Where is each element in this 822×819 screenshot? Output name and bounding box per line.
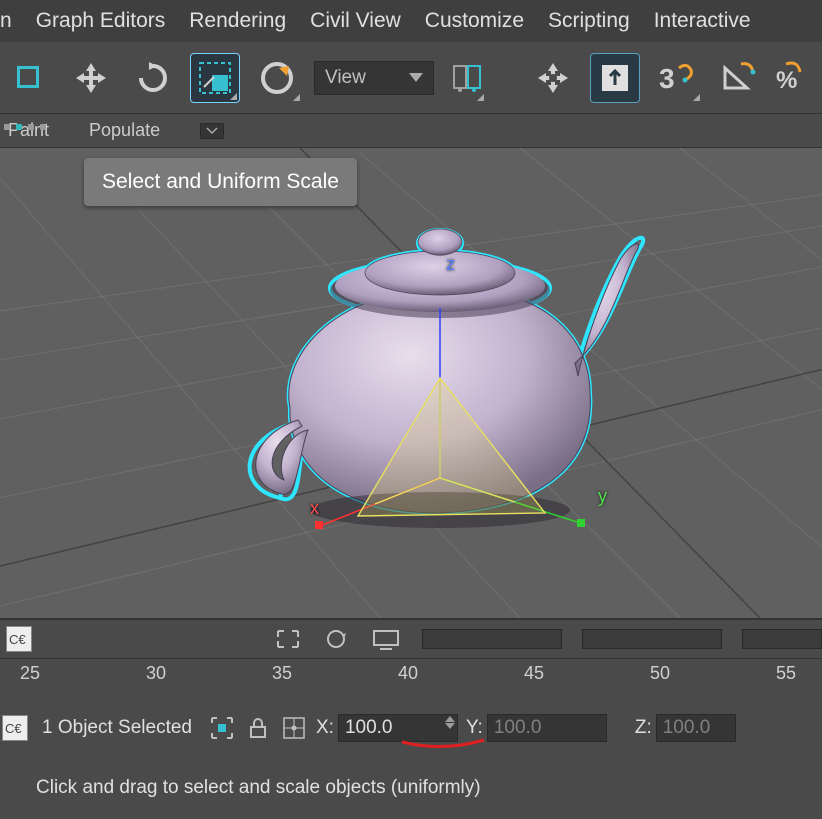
select-and-move-button[interactable] (66, 53, 116, 103)
transform-z-field: Z: 100.0 (635, 714, 736, 742)
axis-label-x: x (310, 498, 319, 519)
menu-item-rendering[interactable]: Rendering (189, 3, 286, 39)
timeline-tick: 40 (398, 663, 418, 684)
timeline-tick: 30 (146, 663, 166, 684)
prompt-bar: Click and drag to select and scale objec… (0, 756, 822, 819)
display-icon[interactable] (370, 627, 402, 651)
toolbar-drag-handle[interactable] (0, 124, 46, 130)
status-selection-set-button[interactable]: C€ (2, 715, 28, 741)
sub-item-populate[interactable]: Populate (89, 120, 160, 141)
menubar: n Graph Editors Rendering Civil View Cus… (0, 0, 822, 42)
menu-item-interactive[interactable]: Interactive (654, 3, 751, 39)
menu-item[interactable]: n (0, 3, 12, 39)
loop-icon[interactable] (322, 627, 350, 651)
keyboard-shortcut-override-button[interactable] (590, 53, 640, 103)
timeline-tick: 35 (272, 663, 292, 684)
sub-toolbar: Paint Populate (0, 114, 822, 148)
transform-y-field: Y: 100.0 (466, 714, 607, 742)
snaps-toggle-button[interactable]: 3 (652, 53, 702, 103)
select-and-place-button[interactable] (252, 53, 302, 103)
timeline[interactable]: 25 30 35 40 45 50 55 (0, 658, 822, 700)
select-and-scale-button[interactable] (190, 53, 240, 103)
z-value-input[interactable]: 100.0 (656, 714, 736, 742)
track-slider-3[interactable] (742, 629, 822, 649)
x-label: X: (316, 717, 334, 739)
viewport-perspective[interactable]: x y z (0, 148, 822, 618)
y-value-input[interactable]: 100.0 (487, 714, 607, 742)
selection-lock-frame-icon[interactable] (208, 714, 236, 742)
track-selection-button[interactable]: C€ (6, 626, 32, 652)
percent-snap-toggle-button[interactable]: % (776, 53, 806, 103)
menu-item-customize[interactable]: Customize (425, 3, 524, 39)
menu-item-graph-editors[interactable]: Graph Editors (36, 3, 166, 39)
svg-text:%: % (776, 67, 797, 94)
select-object-button[interactable] (4, 53, 54, 103)
select-and-rotate-button[interactable] (128, 53, 178, 103)
track-bar: C€ (0, 618, 822, 658)
annotation-red-underline (400, 734, 486, 754)
timeline-tick: 55 (776, 663, 796, 684)
transform-type-in-icon[interactable] (280, 714, 308, 742)
use-pivot-point-center-button[interactable] (446, 53, 486, 103)
select-and-manipulate-button[interactable] (528, 53, 578, 103)
tooltip-scale: Select and Uniform Scale (84, 158, 357, 206)
axis-label-y: y (598, 486, 607, 507)
selection-count-label: 1 Object Selected (42, 717, 192, 739)
main-toolbar: View 3 (0, 42, 822, 114)
reference-coordinate-system-dropdown[interactable]: View (314, 61, 434, 95)
chevron-down-icon (409, 73, 423, 82)
svg-text:3: 3 (659, 63, 675, 94)
dropdown-label: View (325, 67, 366, 89)
angle-snap-toggle-button[interactable] (714, 53, 764, 103)
maximize-icon[interactable] (274, 627, 302, 651)
timeline-tick: 50 (650, 663, 670, 684)
prompt-text: Click and drag to select and scale objec… (36, 777, 481, 799)
menu-item-scripting[interactable]: Scripting (548, 3, 630, 39)
menu-item-civil-view[interactable]: Civil View (310, 3, 401, 39)
axis-label-z: z (446, 254, 455, 275)
track-slider-2[interactable] (582, 629, 722, 649)
timeline-tick: 25 (20, 663, 40, 684)
lock-icon[interactable] (244, 714, 272, 742)
z-label: Z: (635, 717, 652, 739)
timeline-tick: 45 (524, 663, 544, 684)
track-slider-1[interactable] (422, 629, 562, 649)
sub-toolbar-dropdown[interactable] (200, 123, 224, 139)
